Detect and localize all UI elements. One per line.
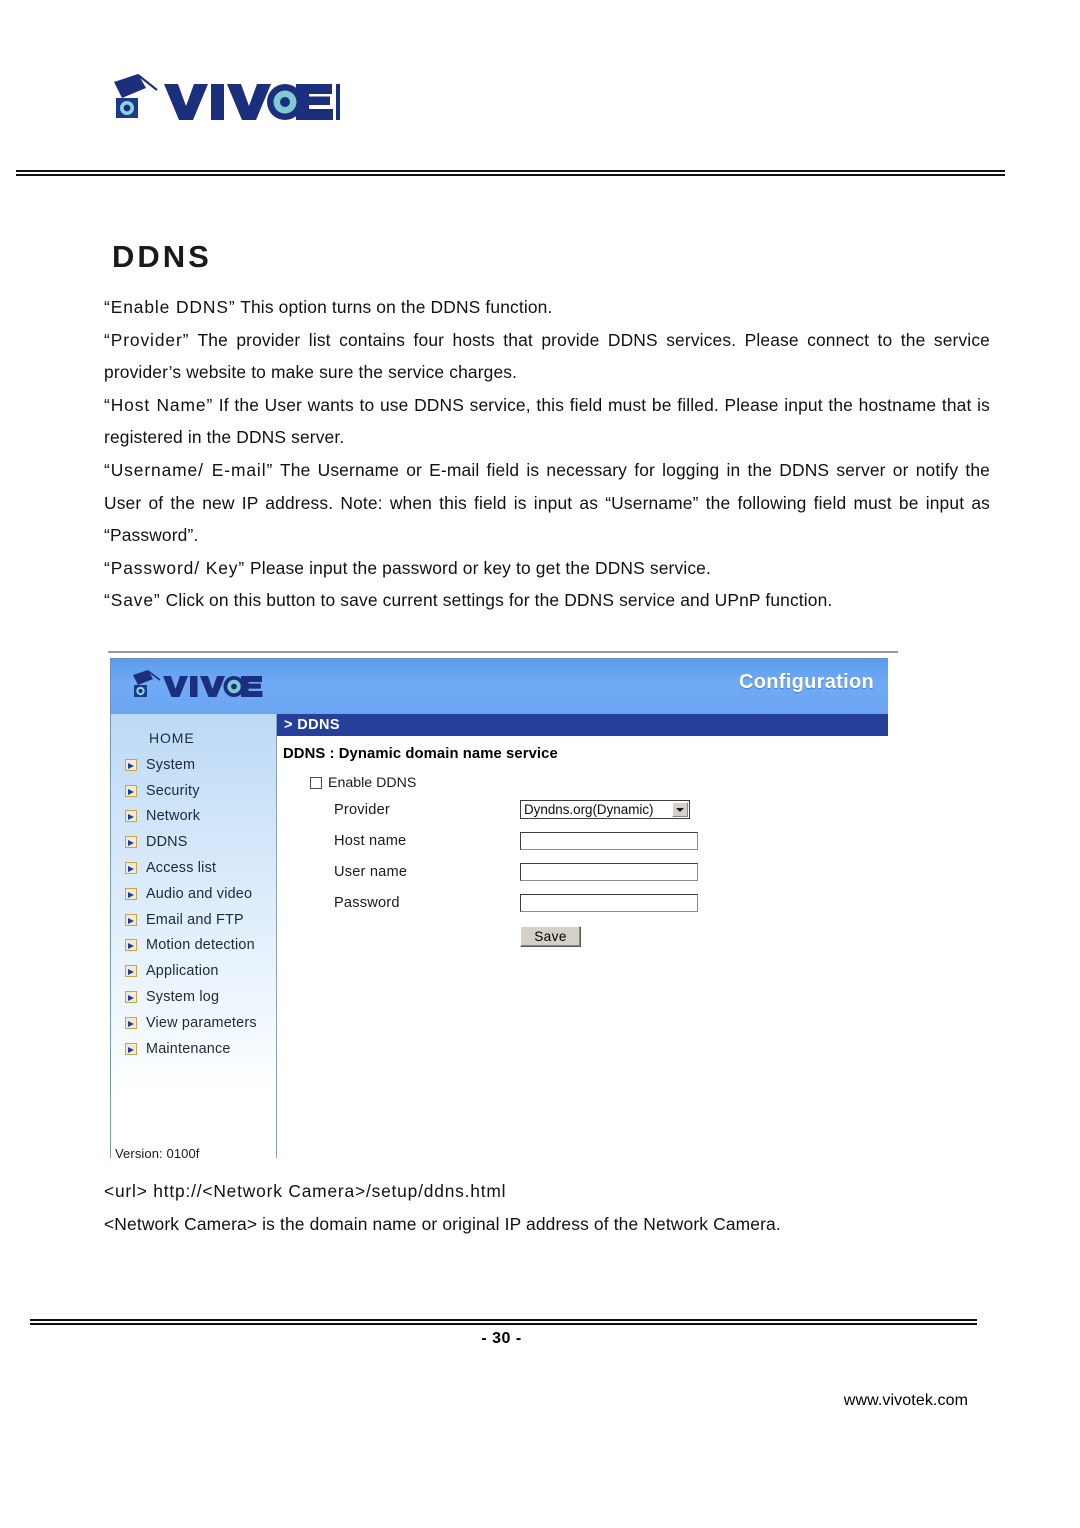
screenshot-vivotek-logo-icon [127, 667, 267, 705]
term-password-key: “Password/ Key” [104, 557, 246, 578]
body-copy: “Enable DDNS” This option turns on the D… [104, 291, 990, 617]
term-save: “Save” [104, 590, 161, 611]
provider-selected-value: Dyndns.org(Dynamic) [524, 802, 654, 817]
term-host-name: “Host Name” [104, 394, 214, 415]
arrow-box-icon [125, 1016, 137, 1029]
user-name-row: User name [277, 856, 888, 887]
sidebar-item-email-and-ftp[interactable]: Email and FTP [111, 907, 276, 933]
host-name-row: Host name [277, 825, 888, 856]
paragraph-enable-ddns: “Enable DDNS” This option turns on the D… [104, 291, 990, 324]
screenshot-top-divider [108, 651, 898, 653]
text-password-key: Please input the password or key to get … [245, 557, 711, 578]
sidebar-item-label: View parameters [146, 1014, 257, 1031]
sidebar-item-label: HOME [149, 730, 195, 746]
sidebar-item-home[interactable]: HOME [111, 724, 276, 752]
sidebar-item-label: DDNS [146, 834, 188, 851]
paragraph-username-email: “Username/ E-mail” The Username or E-mai… [104, 454, 990, 552]
paragraph-provider: “Provider” The provider list contains fo… [104, 324, 990, 389]
sidebar-item-label: Application [146, 963, 219, 980]
sidebar-item-security[interactable]: Security [111, 778, 276, 804]
sidebar-item-label: Audio and video [146, 885, 253, 902]
sidebar-item-label: Maintenance [146, 1040, 231, 1057]
url-line: <url> http://<Network Camera>/setup/ddns… [104, 1181, 507, 1201]
arrow-box-icon [125, 862, 137, 875]
text-provider: The provider list contains four hosts th… [104, 329, 990, 383]
page-title: DDNS [112, 238, 212, 274]
section-title: DDNS : Dynamic domain name service [283, 746, 558, 762]
embedded-screenshot: Configuration HOME System Security Netwo… [110, 658, 888, 1161]
save-button[interactable]: Save [520, 926, 581, 947]
enable-ddns-checkbox[interactable] [310, 777, 322, 789]
sidebar-item-audio-and-video[interactable]: Audio and video [111, 881, 276, 907]
sidebar-item-application[interactable]: Application [111, 958, 276, 984]
vivotek-logo [100, 68, 340, 130]
text-host-name: If the User wants to use DDNS service, t… [104, 394, 990, 448]
page-number: - 30 - [481, 1330, 522, 1347]
header-divider [16, 170, 1005, 176]
save-row: Save [277, 918, 888, 966]
sidebar-item-maintenance[interactable]: Maintenance [111, 1036, 276, 1062]
enable-ddns-row[interactable]: Enable DDNS [277, 772, 888, 794]
term-username-email: “Username/ E-mail” [104, 459, 274, 480]
sidebar-item-system-log[interactable]: System log [111, 984, 276, 1010]
sidebar-item-network[interactable]: Network [111, 804, 276, 830]
password-row: Password [277, 887, 888, 918]
text-save: Click on this button to save current set… [160, 590, 833, 611]
sidebar-item-system[interactable]: System [111, 752, 276, 778]
host-name-label: Host name [334, 832, 407, 849]
sidebar-item-ddns[interactable]: DDNS [111, 829, 276, 855]
text-enable-ddns: This option turns on the DDNS function. [235, 297, 553, 317]
sidebar-item-label: System log [146, 989, 220, 1006]
arrow-box-icon [125, 810, 137, 823]
sidebar-item-label: Network [146, 808, 201, 825]
sidebar-item-access-list[interactable]: Access list [111, 855, 276, 881]
term-enable-ddns: “Enable DDNS” [104, 297, 236, 317]
network-camera-note: <Network Camera> is the domain name or o… [104, 1213, 781, 1234]
term-provider: “Provider” [104, 329, 190, 350]
paragraph-password-key: “Password/ Key” Please input the passwor… [104, 552, 990, 585]
host-name-input[interactable] [520, 831, 698, 850]
password-input[interactable] [520, 893, 698, 912]
arrow-box-icon [125, 913, 137, 926]
chevron-down-icon[interactable] [672, 802, 688, 817]
screenshot-sidebar: HOME System Security Network DDNS Access… [110, 714, 276, 1161]
screenshot-banner: Configuration [110, 658, 888, 714]
sidebar-item-label: Motion detection [146, 937, 255, 954]
enable-ddns-label: Enable DDNS [328, 775, 417, 791]
provider-select[interactable]: Dyndns.org(Dynamic) [520, 800, 690, 819]
sidebar-item-view-parameters[interactable]: View parameters [111, 1010, 276, 1036]
sidebar-item-label: Access list [146, 860, 217, 877]
user-name-label: User name [334, 863, 408, 880]
password-label: Password [334, 894, 400, 911]
footer-website: www.vivotek.com [843, 1392, 968, 1409]
sidebar-item-label: Security [146, 782, 200, 799]
footer-divider [30, 1319, 977, 1325]
breadcrumb: > DDNS [277, 714, 888, 736]
firmware-version-label: Version: 0100f [115, 1146, 200, 1161]
provider-row: Provider Dyndns.org(Dynamic) [277, 794, 888, 825]
sidebar-item-label: Email and FTP [146, 911, 244, 928]
arrow-box-icon [125, 991, 137, 1004]
ddns-form: Enable DDNS Provider Dyndns.org(Dynamic)… [277, 772, 888, 966]
arrow-box-icon [125, 758, 137, 771]
sidebar-item-motion-detection[interactable]: Motion detection [111, 933, 276, 959]
paragraph-host-name: “Host Name” If the User wants to use DDN… [104, 389, 990, 454]
user-name-input[interactable] [520, 862, 698, 881]
arrow-box-icon [125, 836, 137, 849]
arrow-box-icon [125, 1042, 137, 1055]
arrow-box-icon [125, 887, 137, 900]
arrow-box-icon [125, 965, 137, 978]
provider-label: Provider [334, 801, 390, 818]
screenshot-banner-title: Configuration [739, 671, 874, 693]
sidebar-item-label: System [146, 756, 196, 773]
screenshot-content-pane: > DDNS DDNS : Dynamic domain name servic… [276, 714, 888, 1158]
url-notes: <url> http://<Network Camera>/setup/ddns… [104, 1175, 990, 1240]
arrow-box-icon [125, 784, 137, 797]
arrow-box-icon [125, 939, 137, 952]
paragraph-save: “Save” Click on this button to save curr… [104, 584, 990, 617]
